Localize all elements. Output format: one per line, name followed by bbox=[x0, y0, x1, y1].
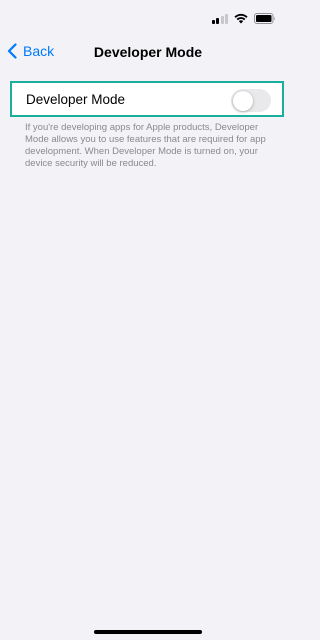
page-title: Developer Mode bbox=[93, 44, 203, 60]
navigation-bar: Back Developer Mode bbox=[0, 40, 296, 66]
developer-mode-label: Developer Mode bbox=[26, 92, 126, 107]
toggle-knob bbox=[232, 90, 253, 111]
wifi-icon bbox=[234, 13, 248, 24]
developer-mode-toggle[interactable] bbox=[231, 89, 271, 112]
developer-mode-description: If you're developing apps for Apple prod… bbox=[25, 122, 266, 169]
status-bar bbox=[0, 0, 296, 40]
home-indicator[interactable] bbox=[94, 630, 202, 634]
battery-icon bbox=[254, 13, 276, 24]
cellular-signal-icon bbox=[211, 13, 228, 24]
status-icons bbox=[211, 13, 277, 24]
developer-mode-row: Developer Mode bbox=[10, 81, 284, 117]
